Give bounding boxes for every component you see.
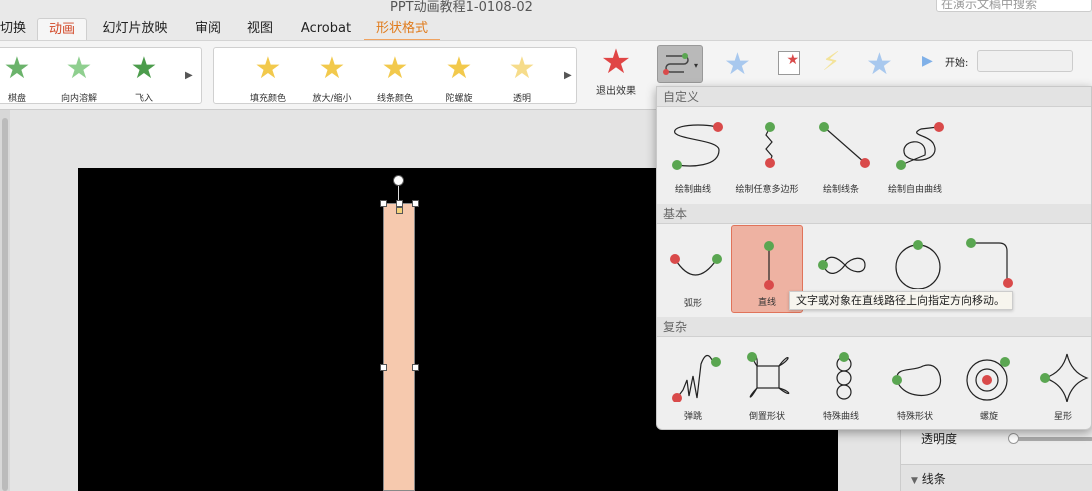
star-icon: ★ <box>381 51 409 86</box>
tab-animations[interactable]: 动画 <box>37 18 87 42</box>
svg-text:▾: ▾ <box>694 61 698 70</box>
scribble-path-icon <box>896 122 944 170</box>
line-section-label: 线条 <box>921 472 946 486</box>
transparency-slider[interactable] <box>1011 437 1092 441</box>
motion-paths-menu: 自定义 绘制曲线 绘制任意多边形 绘制线条 绘制自由曲线 基本 弧形 直线 复杂… <box>656 86 1092 430</box>
effect-fill-color[interactable]: ★ 填充颜色 <box>238 51 298 105</box>
path-special-curve[interactable]: 特殊曲线 <box>805 338 877 426</box>
arc-path-icon <box>670 254 722 276</box>
adjust-handle[interactable] <box>396 207 403 214</box>
window-title: PPT动画教程1-0108-02 <box>390 0 533 15</box>
slider-thumb[interactable] <box>1008 433 1019 444</box>
title-bar: PPT动画教程1-0108-02 在演示文稿中搜索 <box>0 0 1092 15</box>
tab-transitions[interactable]: 切换 <box>0 18 30 42</box>
path-draw-freeform[interactable]: 绘制任意多边形 <box>731 111 803 199</box>
path-draw-curve[interactable]: 绘制曲线 <box>657 111 729 199</box>
effect-transparency[interactable]: ★ 透明 <box>492 51 552 105</box>
start-label: 开始: <box>945 58 969 69</box>
transparency-label: 透明度 <box>921 432 958 446</box>
add-animation-icon[interactable]: ★ <box>778 51 800 75</box>
gallery-more-icon[interactable]: ▶ <box>185 70 193 81</box>
star-icon: ★ <box>130 51 158 86</box>
effect-checkerboard[interactable]: ★ 棋盘 <box>0 51 47 105</box>
rotate-handle[interactable] <box>393 175 404 186</box>
resize-handle[interactable] <box>412 200 419 207</box>
scrollbar[interactable] <box>2 118 8 491</box>
tab-shape-format[interactable]: 形状格式 <box>364 18 440 42</box>
search-input[interactable]: 在演示文稿中搜索 <box>936 0 1092 12</box>
blob-path-icon <box>892 364 942 397</box>
star-icon: ★ <box>318 51 346 86</box>
tab-acrobat[interactable]: Acrobat <box>294 18 358 42</box>
circle-path-icon <box>895 240 941 289</box>
tab-slideshow[interactable]: 幻灯片放映 <box>96 18 174 42</box>
zigzag-path-icon <box>765 122 775 168</box>
star-icon: ★ <box>65 51 93 86</box>
animation-painter-icon[interactable]: ★ <box>866 47 893 82</box>
resize-handle[interactable] <box>380 200 387 207</box>
path-draw-line[interactable]: 绘制线条 <box>805 111 877 199</box>
resize-handle[interactable] <box>380 364 387 371</box>
path-star[interactable]: 星形 <box>1027 338 1091 426</box>
emphasis-gallery: ★ 填充颜色 ★ 放大/缩小 ★ 线条颜色 ★ 陀螺旋 ★ 透明 ▶ <box>213 47 577 104</box>
gallery-more-icon[interactable]: ▶ <box>564 70 572 81</box>
ribbon-tabs: 切换 动画 幻灯片放映 审阅 视图 Acrobat 形状格式 <box>0 14 1092 42</box>
format-pane: 透明度 ▼ 线条 <box>900 425 1092 491</box>
bounce-path-icon <box>672 354 721 402</box>
effect-spin[interactable]: ★ 陀螺旋 <box>429 51 489 105</box>
path-inverted-shape[interactable]: 倒置形状 <box>731 338 803 426</box>
effect-grow-shrink[interactable]: ★ 放大/缩小 <box>302 51 362 105</box>
effect-options-icon[interactable]: ★ <box>724 47 751 82</box>
selected-rectangle-shape[interactable] <box>380 200 419 491</box>
resize-handle[interactable] <box>396 200 403 207</box>
star-icon: ★ <box>508 51 536 86</box>
straight-line-path-icon <box>764 241 774 290</box>
effect-line-color[interactable]: ★ 线条颜色 <box>365 51 425 105</box>
tooltip: 文字或对象在直线路径上向指定方向移动。 <box>789 291 1013 310</box>
star-icon: ★ <box>445 51 473 86</box>
star-path-icon <box>1040 353 1089 402</box>
infinity-path-icon <box>818 256 866 274</box>
trigger-icon[interactable]: ⚡ <box>822 47 840 77</box>
section-complex: 复杂 <box>657 317 1091 337</box>
motion-path-icon: ▾ <box>663 53 698 75</box>
path-draw-scribble[interactable]: 绘制自由曲线 <box>879 111 951 199</box>
tab-review[interactable]: 审阅 <box>188 18 228 42</box>
path-spiral[interactable]: 螺旋 <box>953 338 1025 426</box>
collapse-triangle-icon: ▼ <box>911 476 918 486</box>
effect-fly-in[interactable]: ★ 飞入 <box>114 51 174 105</box>
loops-path-icon <box>836 352 852 400</box>
turn-path-icon <box>966 238 1013 288</box>
tab-view[interactable]: 视图 <box>240 18 280 42</box>
path-arc[interactable]: 弧形 <box>657 225 729 313</box>
inverted-square-icon <box>747 352 790 398</box>
star-icon: ★ <box>600 42 632 82</box>
star-icon: ★ <box>254 51 282 86</box>
rotate-line <box>398 186 399 200</box>
path-special-shape[interactable]: 特殊形状 <box>879 338 951 426</box>
path-bounce[interactable]: 弹跳 <box>657 338 729 426</box>
entrance-gallery: ★ 棋盘 ★ 向内溶解 ★ 飞入 ▶ <box>0 47 202 104</box>
start-select[interactable] <box>977 50 1073 72</box>
exit-effects-button[interactable]: ★ 退出效果 <box>586 45 646 97</box>
effect-dissolve-in[interactable]: ★ 向内溶解 <box>49 51 109 105</box>
play-icon[interactable]: ▶ <box>922 53 933 69</box>
curve-path-icon <box>672 122 723 170</box>
section-basic: 基本 <box>657 204 1091 224</box>
line-path-icon <box>819 122 870 168</box>
motion-paths-button[interactable]: ▾ <box>657 45 703 83</box>
section-custom: 自定义 <box>657 87 1091 107</box>
line-section-header[interactable]: ▼ 线条 <box>901 464 1092 491</box>
resize-handle[interactable] <box>412 364 419 371</box>
spiral-path-icon <box>966 357 1010 401</box>
star-icon: ★ <box>3 51 31 86</box>
